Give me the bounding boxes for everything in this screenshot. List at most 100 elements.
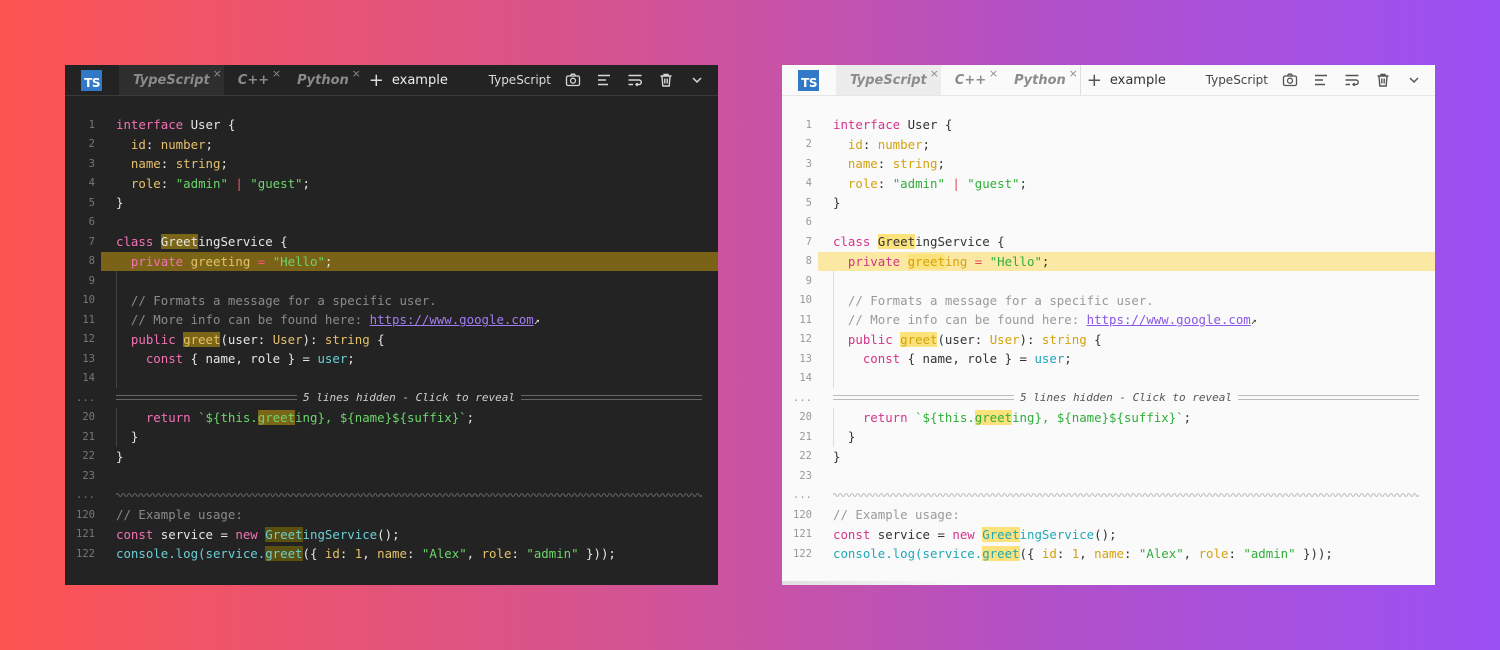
code-line: 120 // Example usage: [782,505,1435,525]
google-link[interactable]: https://www.google.com [1087,312,1251,327]
code-token: } [116,448,124,464]
line-number: 3 [88,157,95,170]
code-token: ingService { [915,234,1005,250]
tab-label: Python [297,72,349,88]
code-line: 20 return `${this.greeting}, ${name}${su… [782,408,1435,428]
line-number: 5 [805,196,812,209]
line-number: 11 [799,313,812,326]
code-token: { [1086,331,1102,347]
code-token: : [160,156,176,172]
code-token: name [377,546,407,562]
filename-label[interactable]: example [1110,73,1166,88]
close-icon[interactable]: × [213,67,222,80]
horizontal-scrollbar[interactable] [782,581,962,585]
close-icon[interactable]: × [352,67,361,80]
code-token: console.log(service. [833,546,983,562]
collapsed-separator[interactable] [116,486,702,506]
code-token: interface [116,117,184,133]
code-token: name [130,156,161,172]
tab-python[interactable]: Python × [283,65,363,95]
language-label[interactable]: TypeScript [1206,73,1268,87]
collapsed-separator[interactable] [833,486,1419,506]
google-link[interactable]: https://www.google.com [370,312,534,327]
line-number: 20 [799,411,812,424]
line-number: 7 [88,235,95,248]
code-token: role [481,546,512,562]
code-line: 22 } [65,447,718,467]
close-icon[interactable]: × [1069,67,1078,80]
code-line: 8 private greeting = "Hello"; [782,252,1435,272]
close-icon[interactable]: × [930,67,939,80]
dark-code-editor-panel: TS TypeScript × C++ × Python × + example… [65,65,718,585]
code-token: })); [578,546,616,562]
wrap-icon[interactable] [625,70,645,90]
close-icon[interactable]: × [272,67,281,80]
code-token: | [227,175,251,191]
ellipsis: ... [793,391,812,404]
camera-icon[interactable] [563,70,583,90]
code-token: : [406,546,422,562]
line-number: 6 [805,216,812,229]
code-line: 4 role: "admin" | "guest"; [782,174,1435,194]
trash-icon[interactable] [1373,70,1393,90]
code-token: "Hello" [272,253,325,269]
code-token: ingService [302,526,378,542]
hidden-lines-message: 5 lines hidden - Click to reveal [303,391,515,405]
line-number: 13 [82,352,95,365]
code-token: return [145,409,191,425]
code-token: : [877,156,893,172]
code-token: class [116,234,154,250]
tab-label: TypeScript [133,72,210,88]
code-line: 14 [782,369,1435,389]
code-token: ({ [1019,546,1042,562]
chevron-down-icon[interactable] [687,70,707,90]
code-token: ; [220,156,228,172]
format-icon[interactable] [1311,70,1331,90]
code-token: | [944,175,968,191]
reveal-hidden-lines-button[interactable]: 5 lines hidden - Click to reveal [116,388,703,408]
code-line: 121 const service = new GreetingService(… [65,525,718,545]
code-token: const [833,526,871,542]
format-icon[interactable] [594,70,614,90]
camera-icon[interactable] [1280,70,1300,90]
code-token: name [847,156,878,172]
code-token: const [116,526,154,542]
code-token: new [952,526,975,542]
code-line: 1 interface User { [782,115,1435,135]
code-token: role [1198,546,1229,562]
hidden-lines-message: 5 lines hidden - Click to reveal [1020,391,1232,405]
add-tab-button[interactable]: + [369,70,384,91]
code-token: string [175,156,221,172]
line-number: 10 [799,294,812,307]
code-token: ; [347,351,355,367]
trash-icon[interactable] [656,70,676,90]
code-token: ingService [1019,526,1095,542]
tab-typescript[interactable]: TypeScript × [836,65,941,95]
tab-typescript[interactable]: TypeScript × [119,65,224,95]
code-line: 122 console.log(service.greet({ id: 1, n… [65,544,718,564]
chevron-down-icon[interactable] [1404,70,1424,90]
code-line: 21 } [65,427,718,447]
code-token: User { [183,117,236,133]
filename-label[interactable]: example [392,73,448,88]
code-token: ): [1019,331,1042,347]
add-tab-button[interactable]: + [1087,70,1102,91]
reveal-hidden-lines-button[interactable]: 5 lines hidden - Click to reveal [833,388,1420,408]
code-line: 12 public greet(user: User): string { [782,330,1435,350]
wrap-icon[interactable] [1342,70,1362,90]
tab-cpp[interactable]: C++ × [224,65,283,95]
line-number: 11 [82,313,95,326]
code-line: 2 id: number; [65,135,718,155]
code-token: user [317,351,348,367]
tab-cpp[interactable]: C++ × [941,65,1000,95]
close-icon[interactable]: × [989,67,998,80]
language-label[interactable]: TypeScript [489,73,551,87]
code-token: ing}, ${name}${suffix}` [1012,409,1184,425]
code-token: ; [466,409,475,425]
line-number: 122 [76,547,95,560]
code-token: "admin" [892,175,945,191]
search-match: Greet [982,526,1020,542]
tab-python[interactable]: Python × [1000,65,1081,95]
